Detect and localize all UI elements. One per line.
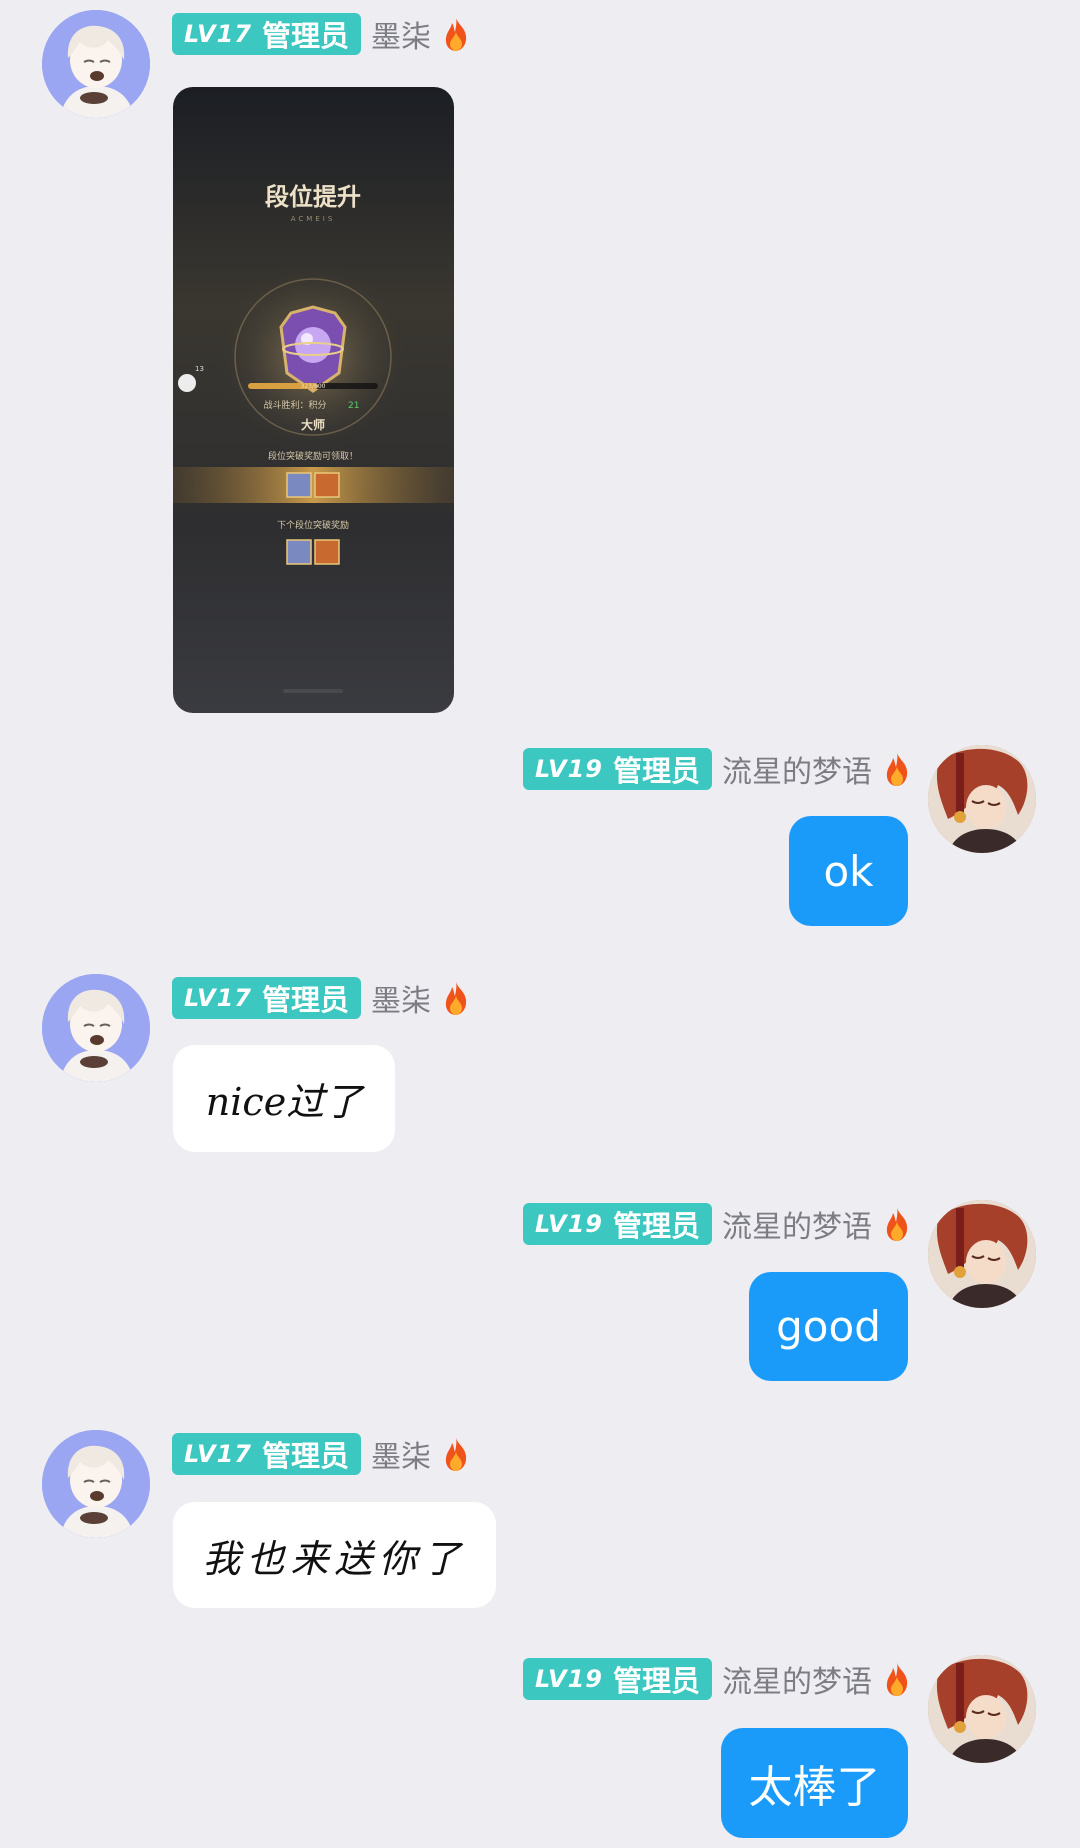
chat-bubble[interactable]: nice过了 — [173, 1045, 395, 1152]
level-badge: LV17 管理员 — [172, 13, 361, 55]
points-gain: 21 — [348, 401, 359, 411]
role-label: 管理员 — [612, 1209, 700, 1243]
rank-name: 大师 — [301, 417, 325, 432]
sender-meta: LV17 管理员 墨柒 — [172, 1430, 471, 1478]
chat-bubble[interactable]: ok — [789, 816, 908, 926]
level-badge: LV17 管理员 — [172, 977, 361, 1019]
avatar[interactable] — [928, 745, 1036, 853]
sender-meta: LV19 管理员 流星的梦语 — [523, 745, 912, 793]
reward-chest-icon — [314, 472, 340, 498]
level-label: LV17 — [184, 984, 252, 1012]
side-badge: 13 — [195, 365, 204, 373]
avatar[interactable] — [928, 1200, 1036, 1308]
side-avatar-icon — [178, 374, 196, 392]
flame-icon — [882, 1661, 912, 1697]
level-label: LV19 — [535, 755, 603, 783]
message-text: nice过了 — [205, 1080, 363, 1124]
level-label: LV19 — [535, 1210, 603, 1238]
battle-result: 战斗胜利：积分 — [263, 399, 326, 411]
role-label: 管理员 — [612, 754, 700, 788]
sender-name[interactable]: 墨柒 — [371, 1432, 431, 1476]
level-badge: LV17 管理员 — [172, 1433, 361, 1475]
message-text: 太棒了 — [748, 1762, 881, 1813]
flame-icon — [882, 1206, 912, 1242]
rank-up-subtitle: ACMEIS — [291, 215, 336, 223]
reward-crystal-icon — [286, 472, 312, 498]
chat-bubble[interactable]: 我也来送你了 — [173, 1502, 496, 1608]
sender-meta: LV17 管理员 墨柒 — [172, 974, 471, 1022]
sender-meta: LV17 管理员 墨柒 — [172, 10, 471, 58]
message-text: ok — [823, 846, 874, 896]
sender-name[interactable]: 流星的梦语 — [722, 747, 872, 791]
level-badge: LV19 管理员 — [523, 1658, 712, 1700]
role-label: 管理员 — [261, 19, 349, 53]
sender-name[interactable]: 墨柒 — [371, 976, 431, 1020]
level-badge: LV19 管理员 — [523, 748, 712, 790]
chat-bubble[interactable]: 太棒了 — [721, 1728, 908, 1838]
sender-name[interactable]: 流星的梦语 — [722, 1657, 872, 1701]
next-reward-chest-icon — [314, 539, 340, 565]
rank-up-title: 段位提升 — [265, 182, 361, 211]
rank-progress-text: 323/600 — [301, 383, 326, 390]
next-reward-crystal-icon — [286, 539, 312, 565]
sender-name[interactable]: 墨柒 — [371, 12, 431, 56]
flame-icon — [441, 16, 471, 52]
flame-icon — [441, 980, 471, 1016]
flame-icon — [882, 751, 912, 787]
flame-icon — [441, 1436, 471, 1472]
role-label: 管理员 — [261, 1439, 349, 1473]
message-text: 我也来送你了 — [202, 1536, 467, 1581]
message-text: good — [776, 1302, 881, 1351]
avatar[interactable] — [42, 974, 150, 1082]
avatar[interactable] — [928, 1655, 1036, 1763]
sender-meta: LV19 管理员 流星的梦语 — [523, 1655, 912, 1703]
level-badge: LV19 管理员 — [523, 1203, 712, 1245]
image-message[interactable]: 段位提升 ACMEIS 大师 323/600 战斗胜利：积分 21 段位突破奖励… — [173, 87, 454, 713]
avatar[interactable] — [42, 1430, 150, 1538]
sender-name[interactable]: 流星的梦语 — [722, 1202, 872, 1246]
next-reward-text: 下个段位突破奖励 — [277, 519, 349, 531]
role-label: 管理员 — [612, 1664, 700, 1698]
level-label: LV19 — [535, 1665, 603, 1693]
reward-claim-text: 段位突破奖励可领取！ — [268, 450, 358, 462]
avatar[interactable] — [42, 10, 150, 118]
role-label: 管理员 — [261, 983, 349, 1017]
level-label: LV17 — [184, 1440, 252, 1468]
chat-bubble[interactable]: good — [749, 1272, 908, 1381]
level-label: LV17 — [184, 20, 252, 48]
sender-meta: LV19 管理员 流星的梦语 — [523, 1200, 912, 1248]
